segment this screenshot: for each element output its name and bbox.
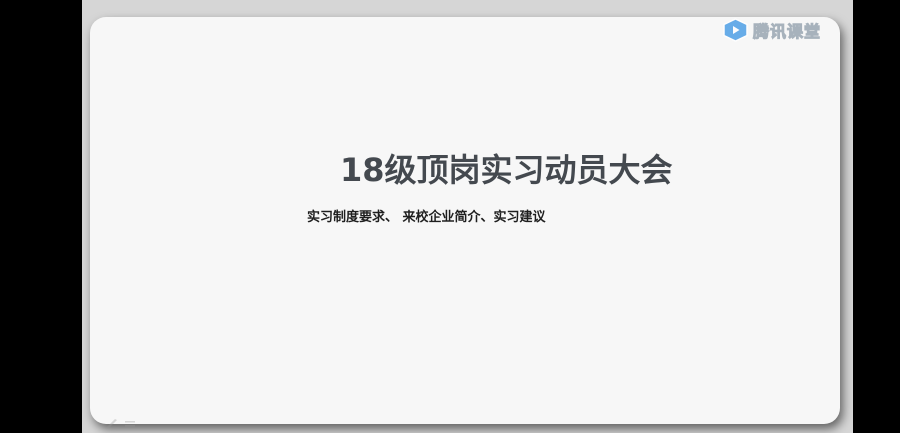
slide-subtitle: 实习制度要求、 来校企业简介、实习建议 — [307, 210, 546, 225]
tencent-classroom-play-icon — [723, 18, 748, 42]
presentation-stage: 18级顶岗实习动员大会 实习制度要求、 来校企业简介、实习建议 腾讯课堂 — [82, 0, 853, 433]
tencent-classroom-watermark: 腾讯课堂 — [722, 17, 821, 43]
slide-corner-controls — [106, 414, 136, 428]
watermark-brand-text: 腾讯课堂 — [752, 22, 822, 42]
pen-tool-icon[interactable] — [106, 414, 118, 428]
slide-title: 18级顶岗实习动员大会 — [340, 151, 673, 189]
video-viewport: 18级顶岗实习动员大会 实习制度要求、 来校企业简介、实习建议 腾讯课堂 — [0, 0, 900, 433]
menu-icon[interactable] — [124, 414, 136, 427]
slide-canvas: 18级顶岗实习动员大会 实习制度要求、 来校企业简介、实习建议 — [90, 17, 840, 424]
